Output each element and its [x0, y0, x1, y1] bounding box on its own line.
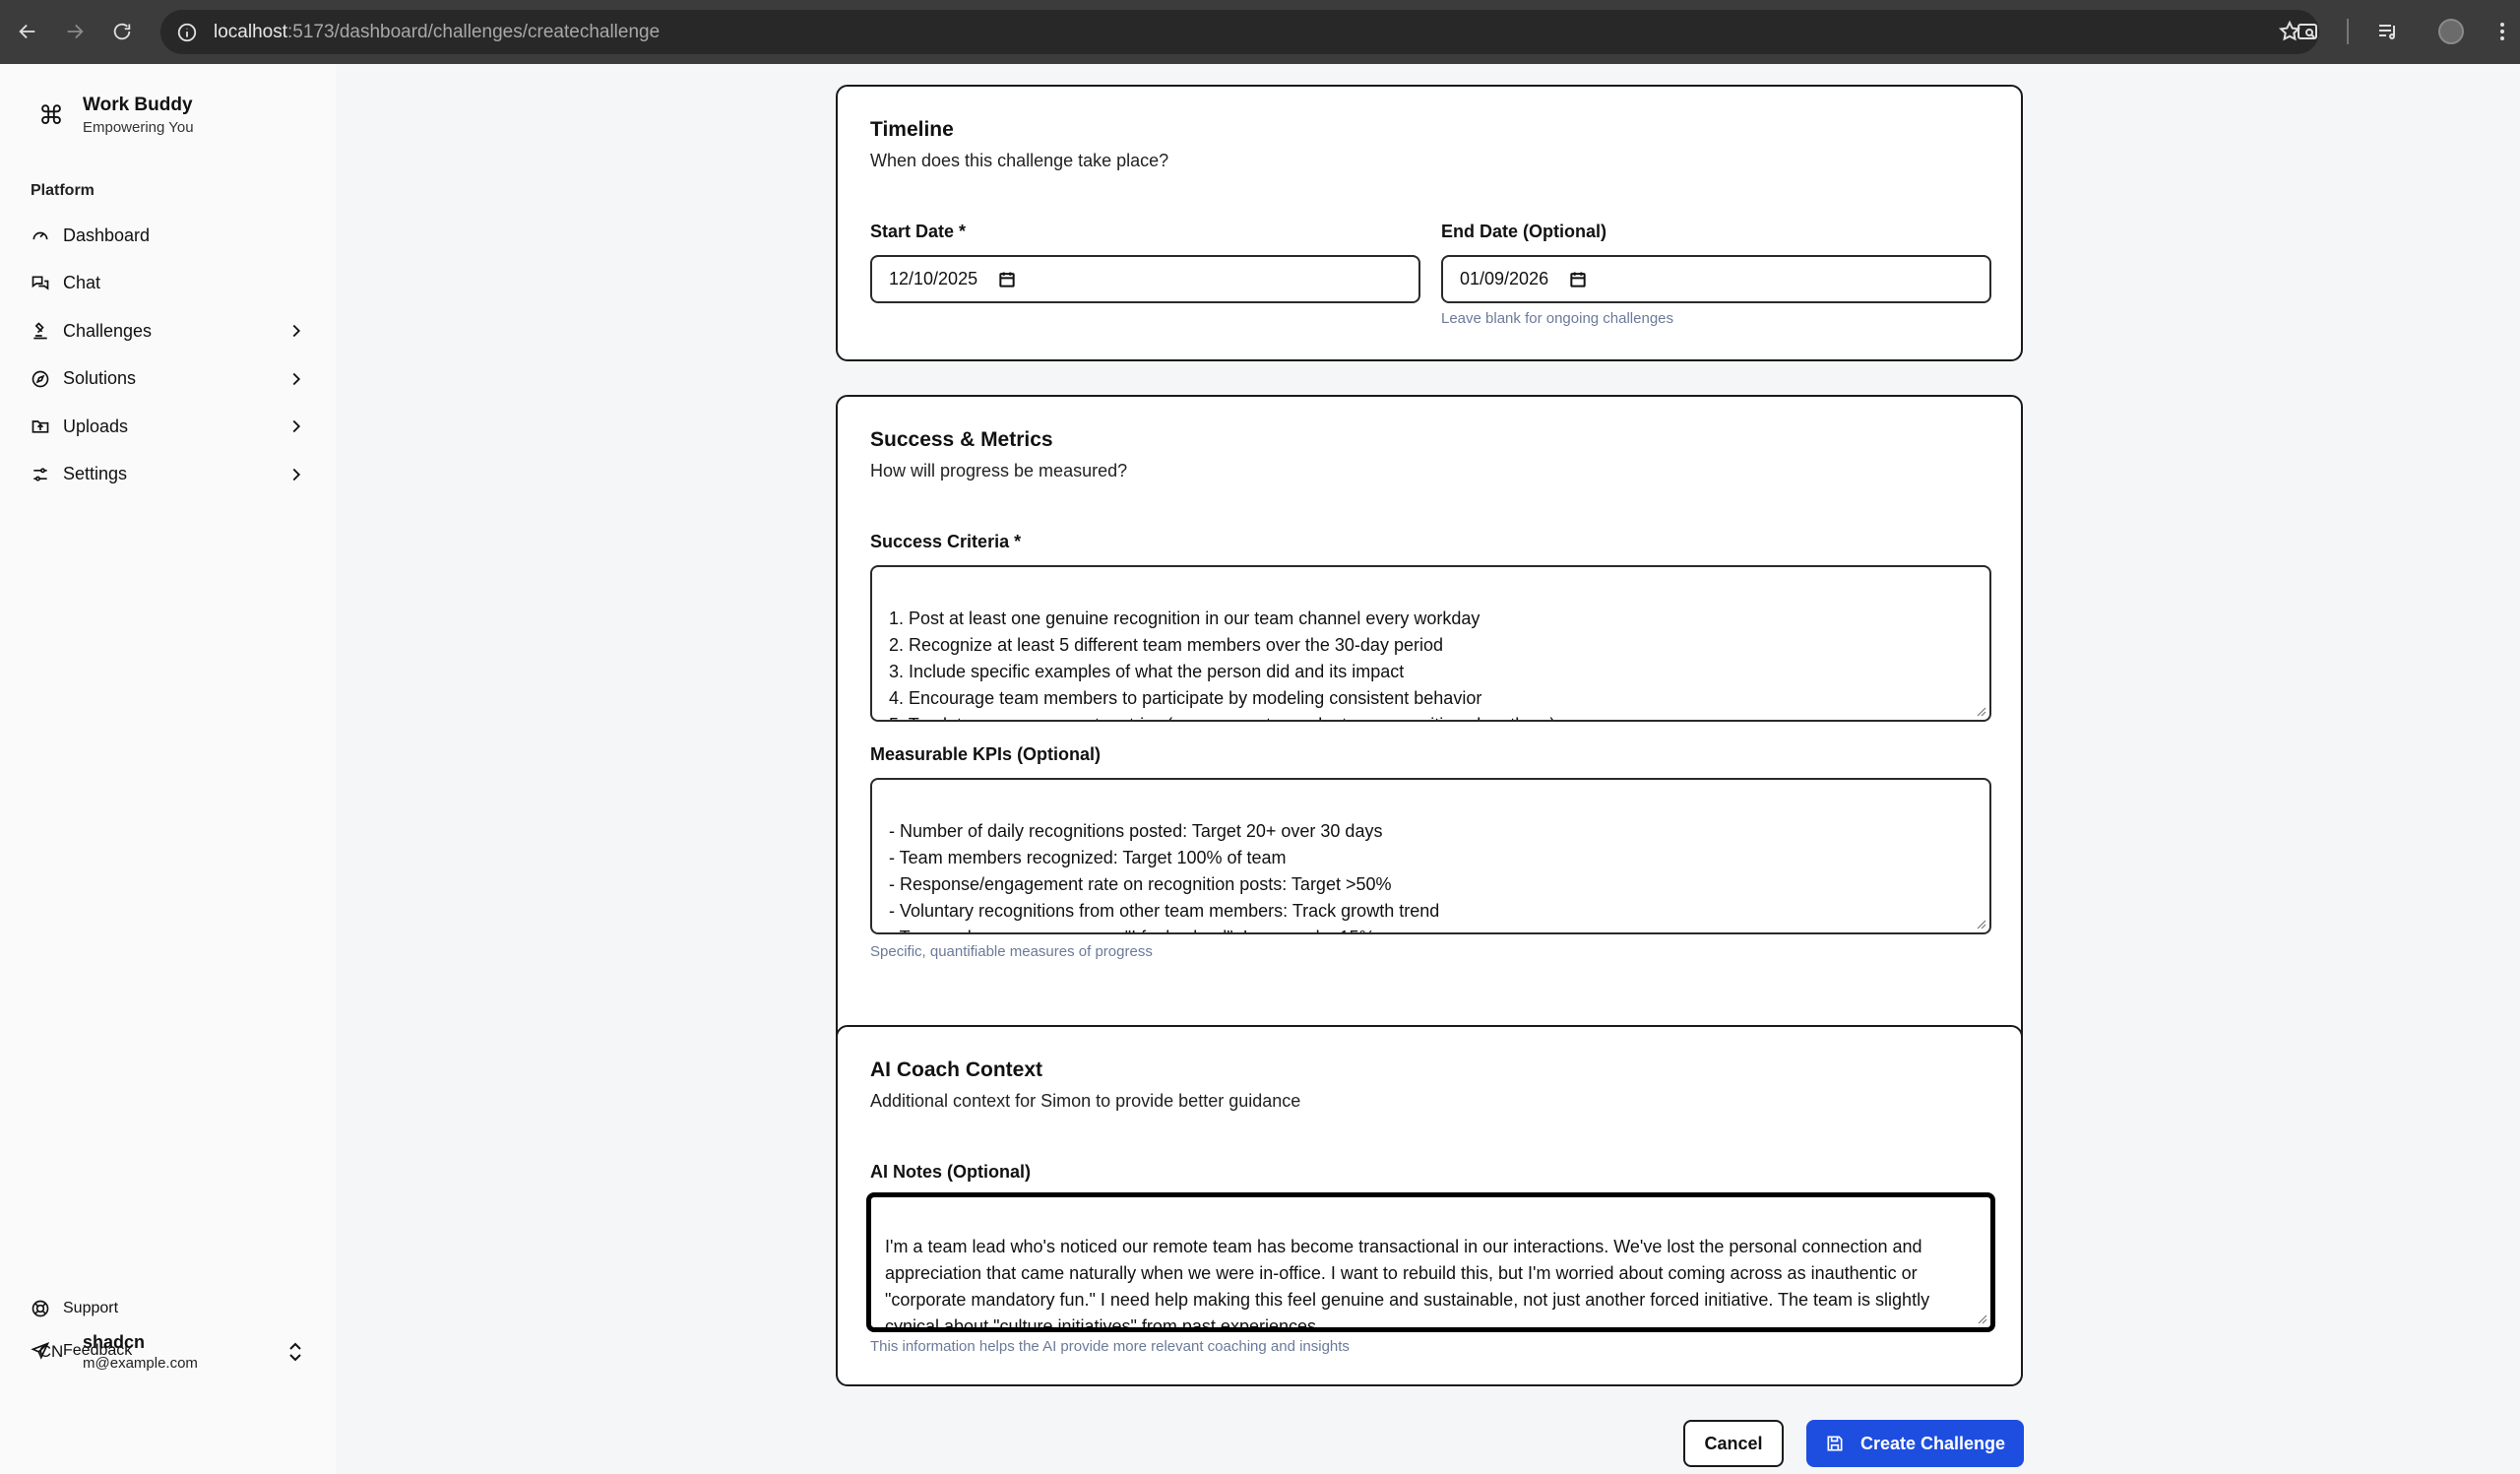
toolbar-divider [2347, 19, 2349, 44]
resize-handle-icon[interactable] [1975, 918, 1986, 929]
support-label: Support [63, 1300, 119, 1316]
brand[interactable]: ⌘ Work Buddy Empowering You [30, 94, 194, 137]
url-host: localhost [214, 21, 287, 42]
end-date-hint: Leave blank for ongoing challenges [1441, 310, 1674, 327]
gauge-icon [30, 224, 51, 246]
url-text: localhost:5173/dashboard/challenges/crea… [214, 22, 660, 43]
kpi-textarea[interactable]: - Number of daily recognitions posted: T… [870, 778, 1991, 934]
resize-handle-icon[interactable] [1975, 705, 1986, 717]
sidebar-item-label: Chat [63, 273, 101, 293]
resize-handle-icon[interactable] [1976, 1313, 1987, 1324]
chat-icon [30, 273, 51, 294]
compass-icon [30, 368, 51, 390]
address-bar[interactable]: localhost:5173/dashboard/challenges/crea… [160, 10, 2319, 54]
tab-search-icon[interactable] [2284, 8, 2331, 55]
user-name: shadcn [83, 1332, 146, 1352]
end-date-input[interactable]: 01/09/2026 [1441, 255, 1991, 303]
command-logo-icon: ⌘ [38, 99, 64, 130]
ai-coach-card: AI Coach Context Additional context for … [836, 1025, 2023, 1386]
start-date-label: Start Date * [870, 222, 967, 241]
start-date-value: 12/10/2025 [889, 269, 978, 288]
save-icon [1827, 1436, 1843, 1451]
ai-notes-hint: This information helps the AI provide mo… [870, 1338, 1350, 1355]
user-email: m@example.com [83, 1355, 198, 1372]
avatar: CN [38, 1342, 64, 1361]
sidebar-item-label: Dashboard [63, 224, 151, 245]
ai-notes-value: I'm a team lead who's noticed our remote… [885, 1237, 1930, 1332]
calendar-icon[interactable] [997, 270, 1017, 289]
forward-icon[interactable] [51, 8, 98, 55]
media-control-icon[interactable] [2364, 8, 2412, 55]
user-menu[interactable]: CN shadcn m@example.com [20, 1322, 315, 1381]
browser-actions [2284, 8, 2520, 55]
url-path: :5173/dashboard/challenges/createchallen… [287, 21, 661, 42]
brand-name: Work Buddy [83, 95, 193, 115]
sidebar-menu: Dashboard Chat Challenges Solutions Uplo… [20, 212, 315, 498]
card-title: Success & Metrics [870, 428, 1053, 451]
card-description: Additional context for Simon to provide … [870, 1091, 1301, 1111]
flask-icon [30, 320, 51, 342]
success-criteria-label: Success Criteria * [870, 532, 1022, 551]
success-metrics-card: Success & Metrics How will progress be m… [836, 395, 2023, 1057]
success-criteria-textarea[interactable]: 1. Post at least one genuine recognition… [870, 565, 1991, 722]
end-date-value: 01/09/2026 [1460, 269, 1549, 288]
sidebar-item-support[interactable]: Support [30, 1298, 118, 1319]
sidebar-item-label: Solutions [63, 368, 137, 389]
chevron-right-icon [292, 468, 301, 481]
main-content: Timeline When does this challenge take p… [336, 64, 2520, 1474]
card-title: Timeline [870, 118, 954, 141]
timeline-card: Timeline When does this challenge take p… [836, 85, 2023, 361]
chevron-right-icon [292, 324, 301, 338]
chevrons-up-down-icon [289, 1342, 301, 1362]
sidebar-item-dashboard[interactable]: Dashboard [20, 212, 315, 260]
ai-notes-label: AI Notes (Optional) [870, 1162, 1031, 1182]
sidebar: ⌘ Work Buddy Empowering You Platform Das… [0, 64, 336, 1474]
chevron-right-icon [292, 419, 301, 433]
sidebar-item-uploads[interactable]: Uploads [20, 403, 315, 451]
create-challenge-button[interactable]: Create Challenge [1806, 1420, 2024, 1467]
create-challenge-label: Create Challenge [1859, 1433, 2006, 1453]
cancel-button[interactable]: Cancel [1683, 1420, 1784, 1467]
start-date-input[interactable]: 12/10/2025 [870, 255, 1420, 303]
reload-icon[interactable] [98, 8, 146, 55]
lifebuoy-icon [30, 1298, 51, 1319]
browser-toolbar: localhost:5173/dashboard/challenges/crea… [0, 0, 2520, 64]
sidebar-item-label: Uploads [63, 416, 129, 436]
end-date-label: End Date (Optional) [1441, 222, 1606, 241]
card-description: How will progress be measured? [870, 461, 1128, 481]
sidebar-item-challenges[interactable]: Challenges [20, 307, 315, 355]
card-description: When does this challenge take place? [870, 151, 1169, 170]
sidebar-item-label: Challenges [63, 320, 153, 341]
ai-notes-textarea[interactable]: I'm a team lead who's noticed our remote… [866, 1192, 1995, 1332]
kpi-value: - Number of daily recognitions posted: T… [889, 821, 1440, 932]
brand-subtitle: Empowering You [83, 119, 194, 136]
group-label-platform: Platform [31, 182, 94, 199]
menu-kebab-icon[interactable] [2490, 8, 2514, 55]
back-icon[interactable] [4, 8, 51, 55]
success-criteria-value: 1. Post at least one genuine recognition… [889, 609, 1555, 720]
kpi-hint: Specific, quantifiable measures of progr… [870, 943, 1153, 960]
sliders-icon [30, 464, 51, 485]
profile-avatar-icon[interactable] [2427, 8, 2475, 55]
sidebar-item-settings[interactable]: Settings [20, 451, 315, 499]
chevron-right-icon [292, 372, 301, 385]
sidebar-item-chat[interactable]: Chat [20, 260, 315, 308]
sidebar-item-solutions[interactable]: Solutions [20, 355, 315, 404]
sidebar-item-label: Settings [63, 464, 128, 484]
kpi-label: Measurable KPIs (Optional) [870, 744, 1102, 764]
upload-icon [30, 416, 51, 437]
card-title: AI Coach Context [870, 1058, 1043, 1081]
site-info-icon[interactable] [174, 20, 200, 45]
calendar-icon[interactable] [1568, 270, 1588, 289]
